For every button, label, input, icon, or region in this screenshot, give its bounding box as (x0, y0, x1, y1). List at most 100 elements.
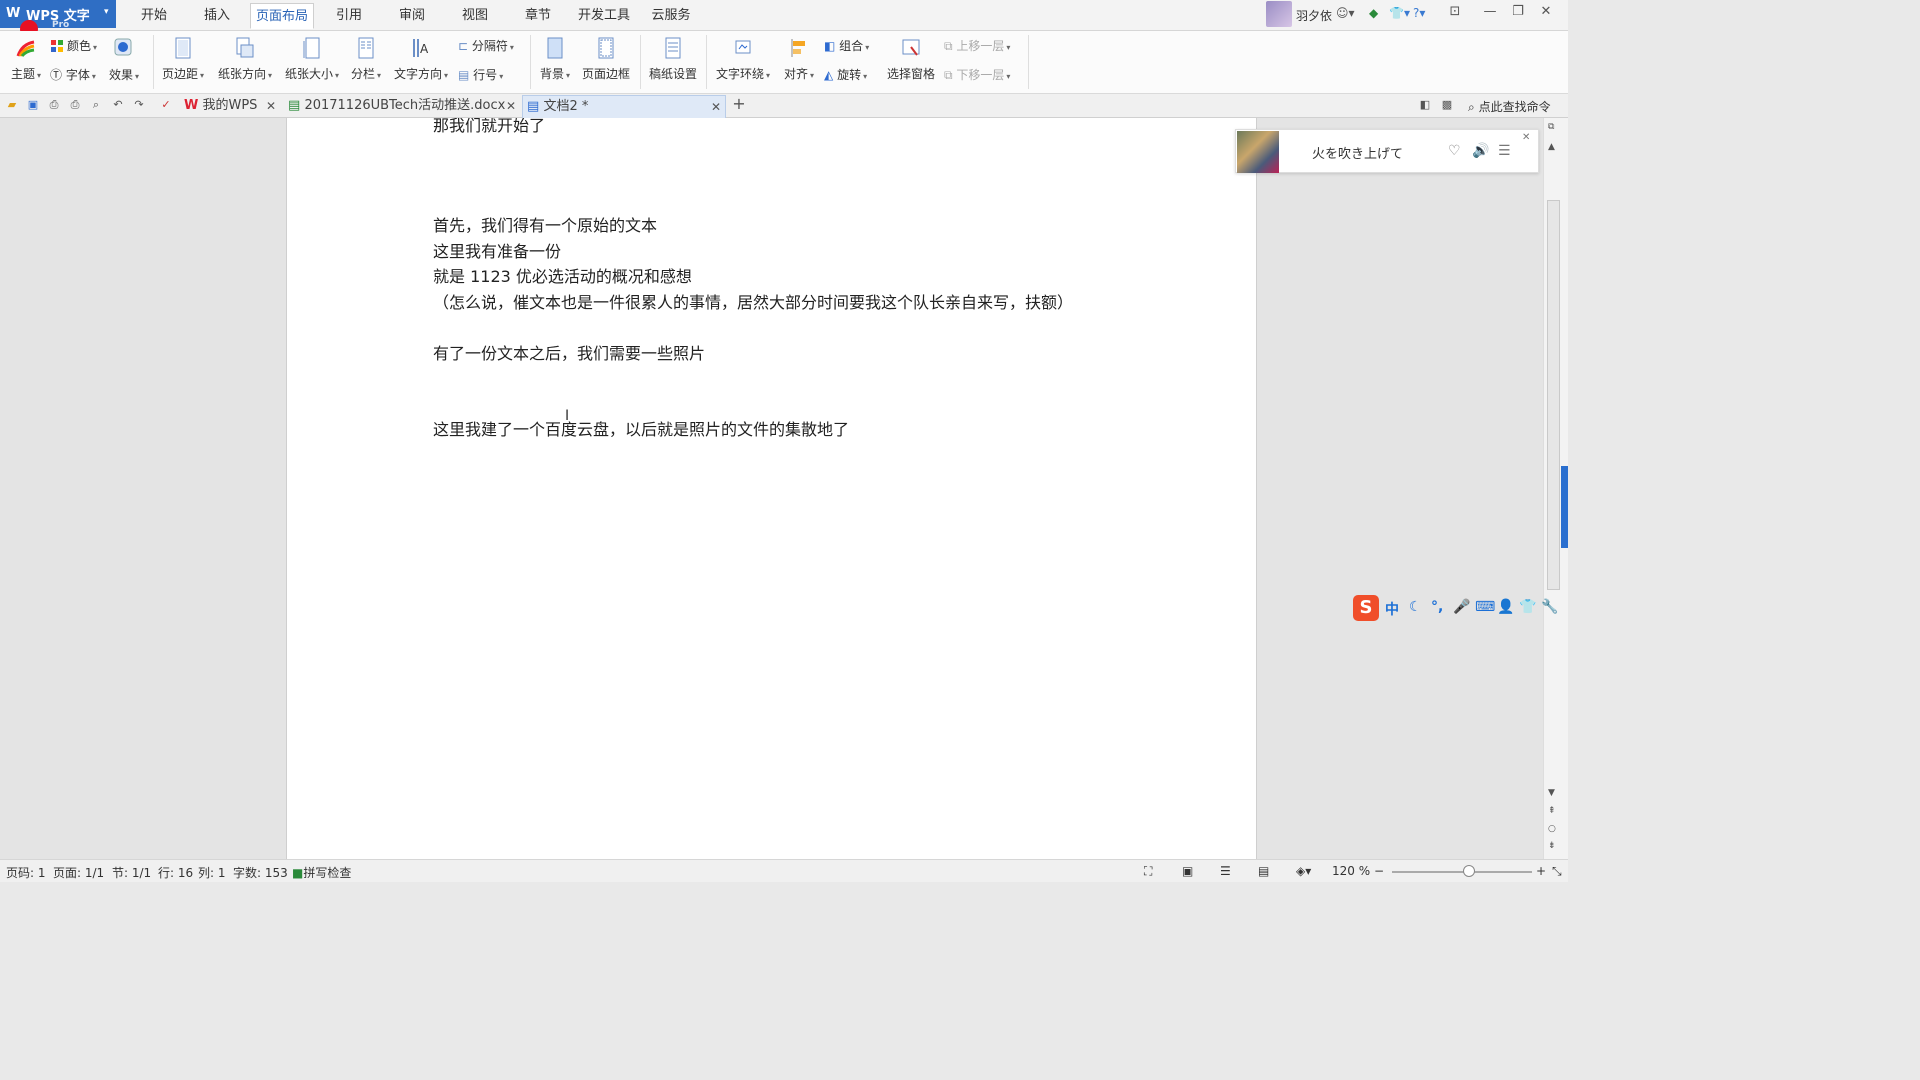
comment-icon[interactable]: ▩ (1440, 98, 1454, 112)
music-player-widget[interactable]: 火を吹き上げて ♡ 🔊 ☰ ✕ (1235, 129, 1539, 173)
zoom-in-icon[interactable]: + (1536, 864, 1546, 878)
tab-review[interactable]: 审阅 (390, 3, 434, 29)
user-name[interactable]: 羽夕依 (1296, 7, 1332, 24)
columns-button[interactable]: 分栏 ▾ (347, 37, 385, 82)
text-direction-button[interactable]: A 文字方向 ▾ (390, 37, 452, 82)
line-number-button[interactable]: ▤ 行号 ▾ (458, 66, 503, 83)
redo-icon[interactable]: ↷ (132, 98, 146, 112)
page-border-button[interactable]: 页面边框 (580, 37, 632, 82)
rotate-button[interactable]: ◭ 旋转 ▾ (824, 66, 867, 83)
bring-forward-button[interactable]: ⧉ 上移一层 ▾ (944, 37, 1010, 54)
close-icon[interactable]: ✕ (266, 95, 276, 117)
microphone-icon[interactable]: 🎤 (1453, 599, 1470, 615)
document-line[interactable]: 这里我建了一个百度云盘，以后就是照片的文件的集散地了 (433, 416, 849, 440)
side-panel-toggle[interactable] (1561, 466, 1568, 548)
ime-mode[interactable]: 中 (1385, 599, 1399, 619)
full-screen-icon[interactable]: ⛶ (1144, 864, 1152, 879)
scrollbar-thumb[interactable] (1547, 200, 1560, 590)
document-line[interactable]: 那我们就开始了 (433, 118, 545, 136)
scroll-up-icon[interactable]: ▲ (1548, 142, 1555, 152)
fit-window-icon[interactable]: ⤡ (1552, 864, 1562, 879)
separator-button[interactable]: ⊏ 分隔符 ▾ (458, 37, 514, 54)
previous-page-icon[interactable]: ⇞ (1548, 806, 1556, 816)
align-button[interactable]: 对齐 ▾ (780, 37, 818, 82)
manuscript-button[interactable]: 稿纸设置 (646, 37, 700, 82)
skin-icon[interactable]: 👕 (1519, 599, 1536, 615)
send-backward-button[interactable]: ⧉ 下移一层 ▾ (944, 66, 1010, 83)
smiley-icon[interactable]: ☺▾ (1336, 6, 1355, 20)
volume-icon[interactable]: 🔊 (1472, 143, 1489, 159)
select-browse-object-icon[interactable]: ○ (1548, 824, 1556, 834)
tab-page-layout[interactable]: 页面布局 (250, 3, 314, 29)
new-tab-icon[interactable]: + (732, 96, 746, 112)
outline-view-icon[interactable]: ☰ (1220, 864, 1231, 878)
doc-tab-ubtech[interactable]: ▤ 20171126UBTech活动推送.docx ✕ (284, 95, 520, 118)
tab-cloud[interactable]: 云服务 (646, 3, 696, 29)
export-pdf-icon[interactable]: ⎙ (47, 98, 61, 112)
print-preview-icon[interactable]: ⌕ (89, 98, 103, 112)
tab-view[interactable]: 视图 (453, 3, 497, 29)
tab-references[interactable]: 引用 (327, 3, 371, 29)
group-button[interactable]: ◧ 组合 ▾ (824, 37, 869, 54)
find-command[interactable]: ⌕ 点此查找命令 (1468, 98, 1551, 115)
heart-icon[interactable]: ♡ (1448, 143, 1461, 159)
save-icon[interactable]: ▣ (26, 98, 40, 112)
tab-insert[interactable]: 插入 (195, 3, 239, 29)
tab-chapter[interactable]: 章节 (516, 3, 560, 29)
tab-developer[interactable]: 开发工具 (574, 3, 634, 29)
undo-icon[interactable]: ↶ (111, 98, 125, 112)
playlist-icon[interactable]: ☰ (1498, 143, 1511, 159)
effect-icon-button[interactable] (113, 37, 136, 57)
open-icon[interactable]: ▰ (5, 98, 19, 112)
text-wrap-button[interactable]: 文字环绕 ▾ (712, 37, 774, 82)
page-size-button[interactable]: 纸张大小 ▾ (281, 37, 343, 82)
selection-pane-button[interactable]: 选择窗格 (884, 37, 938, 82)
next-page-icon[interactable]: ⇟ (1548, 841, 1556, 851)
ime-toolbar[interactable]: S 中 ☾ °, 🎤 ⌨ 👤 👕 🔧 (1351, 594, 1561, 622)
eye-protection-icon[interactable]: ◈▾ (1296, 864, 1311, 878)
web-view-icon[interactable]: ▤ (1258, 864, 1269, 878)
zoom-level[interactable]: 120 % (1332, 864, 1370, 878)
minimize-button[interactable]: — (1476, 4, 1504, 24)
status-pages[interactable]: 页面: 1/1 (53, 864, 104, 881)
orientation-button[interactable]: 纸张方向 ▾ (214, 37, 276, 82)
user-icon[interactable]: 👤 (1497, 599, 1514, 615)
close-icon[interactable]: ✕ (506, 95, 516, 117)
doc-tab-my-wps[interactable]: W 我的WPS ✕ (180, 95, 280, 118)
close-button[interactable]: ✕ (1532, 4, 1560, 24)
document-line[interactable]: 这里我有准备一份 (433, 238, 561, 262)
restore-ribbon-icon[interactable]: ⊡ (1441, 4, 1469, 24)
app-menu-button[interactable]: W WPS 文字 ▾ Pro (0, 0, 116, 38)
document-line[interactable]: （怎么说，催文本也是一件很累人的事情，居然大部分时间要我这个队长亲自来写，扶额） (433, 289, 1073, 313)
spell-check-button[interactable]: ■拼写检查 (292, 864, 351, 881)
document-line[interactable]: 首先，我们得有一个原始的文本 (433, 212, 657, 236)
punctuation-icon[interactable]: °, (1431, 599, 1443, 615)
avatar[interactable] (1266, 1, 1292, 27)
half-width-icon[interactable]: ☾ (1409, 599, 1422, 615)
maximize-button[interactable]: ❐ (1504, 4, 1532, 24)
zoom-out-icon[interactable]: − (1374, 864, 1384, 878)
close-icon[interactable]: ✕ (711, 96, 721, 118)
document-line[interactable]: 有了一份文本之后，我们需要一些照片 (433, 340, 705, 364)
margin-button[interactable]: 页边距 ▾ (158, 37, 208, 82)
keyboard-icon[interactable]: ⌨ (1475, 599, 1495, 615)
background-button[interactable]: 背景 ▾ (536, 37, 574, 82)
customize-toolbar-icon[interactable]: ✓ (159, 98, 173, 112)
document-line[interactable]: 就是 1123 优必选活动的概况和感想 (433, 263, 692, 287)
theme-button[interactable]: 主题 ▾ (8, 37, 44, 82)
tab-home[interactable]: 开始 (132, 3, 176, 29)
shield-icon[interactable]: ◆ (1369, 6, 1378, 20)
page-view-icon[interactable]: ▣ (1182, 864, 1193, 878)
settings-wrench-icon[interactable]: 🔧 (1541, 599, 1558, 615)
doc-tab-document2[interactable]: ▤ 文档2 * ✕ (522, 95, 726, 118)
status-word-count[interactable]: 字数: 153 (233, 864, 288, 881)
scroll-down-icon[interactable]: ▼ (1548, 788, 1555, 798)
maximize-view-icon[interactable]: ⧉ (1548, 122, 1554, 132)
close-icon[interactable]: ✕ (1522, 132, 1530, 143)
zoom-slider-handle[interactable] (1463, 865, 1475, 877)
zoom-slider[interactable] (1392, 871, 1532, 873)
shirt-icon[interactable]: 👕▾ (1389, 6, 1410, 20)
font-theme-button[interactable]: Ⓣ 字体 ▾ (50, 66, 96, 83)
color-button[interactable]: 颜色 ▾ (50, 37, 97, 54)
help-icon[interactable]: ?▾ (1413, 6, 1425, 20)
